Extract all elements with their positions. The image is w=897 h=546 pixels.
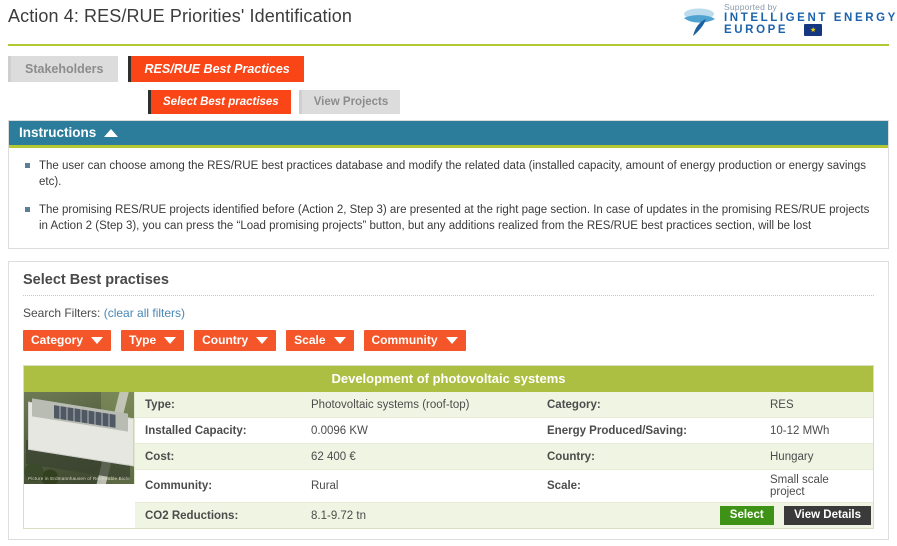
row-label-scale: Scale: xyxy=(537,469,760,503)
row-label-type: Type: xyxy=(135,392,301,418)
row-label-cost: Cost: xyxy=(135,443,301,470)
instructions-header[interactable]: Instructions xyxy=(9,121,888,148)
intelligent-energy-europe-logo: Supported by INTELLIGENT ENERGY EUROPE ★ xyxy=(682,2,895,38)
row-value-country: Hungary xyxy=(760,443,873,470)
tab-view-projects[interactable]: View Projects xyxy=(298,90,401,114)
instruction-text: The promising RES/RUE projects identifie… xyxy=(39,204,870,232)
instructions-panel: Instructions The user can choose among t… xyxy=(8,120,889,249)
tab-stakeholders[interactable]: Stakeholders xyxy=(8,56,118,82)
filter-type-dropdown[interactable]: Type xyxy=(121,330,185,351)
table-row: CO2 Reductions: 8.1-9.72 tn Select View … xyxy=(135,502,873,528)
chevron-down-icon xyxy=(91,336,104,344)
chevron-down-icon xyxy=(164,336,177,344)
bullet-icon xyxy=(25,163,30,168)
filter-scale-label: Scale xyxy=(294,333,326,347)
caret-up-icon[interactable] xyxy=(104,128,119,137)
clear-all-filters-link[interactable]: (clear all filters) xyxy=(104,306,185,320)
row-value-category: RES xyxy=(760,392,873,418)
row-value-cost: 62 400 € xyxy=(301,443,537,470)
chevron-down-icon xyxy=(333,336,346,344)
instruction-text: The user can choose among the RES/RUE be… xyxy=(39,160,866,188)
card-title: Development of photovoltaic systems xyxy=(24,366,873,392)
instruction-item: The user can choose among the RES/RUE be… xyxy=(23,158,874,190)
instructions-body: The user can choose among the RES/RUE be… xyxy=(9,148,888,248)
logo-supported-by: Supported by xyxy=(724,2,777,12)
search-filters-row: Search Filters: (clear all filters) xyxy=(23,306,874,320)
logo-line-2: EUROPE xyxy=(724,24,789,36)
bullet-icon xyxy=(25,207,30,212)
filter-community-dropdown[interactable]: Community xyxy=(363,330,466,351)
row-value-type: Photovoltaic systems (roof-top) xyxy=(301,392,537,418)
tab-stakeholders-label: Stakeholders xyxy=(25,62,104,76)
chevron-down-icon xyxy=(256,336,269,344)
filter-buttons-row: Category Type Country Scale Community xyxy=(23,330,874,351)
row-value-community: Rural xyxy=(301,469,537,503)
row-label-co2-reductions: CO2 Reductions: xyxy=(135,502,301,528)
table-row: Installed Capacity: 0.0096 KW Energy Pro… xyxy=(135,417,873,444)
row-value-scale: Small scale project xyxy=(760,469,873,503)
search-filters-label: Search Filters: xyxy=(23,306,101,320)
table-row: Cost: 62 400 € Country: Hungary xyxy=(135,443,873,470)
row-value-energy-produced: 10-12 MWh xyxy=(760,417,873,444)
tab-select-best-practises-label: Select Best practises xyxy=(163,96,279,108)
tab-select-best-practises[interactable]: Select Best practises xyxy=(148,90,291,114)
instruction-item: The promising RES/RUE projects identifie… xyxy=(23,202,874,234)
filter-scale-dropdown[interactable]: Scale xyxy=(286,330,354,351)
card-body: Picture in Erdmannhausen of Renewable Bi… xyxy=(24,392,873,528)
best-practice-details-table: Type: Photovoltaic systems (roof-top) Ca… xyxy=(135,392,873,528)
chevron-down-icon xyxy=(445,336,458,344)
row-label-country: Country: xyxy=(537,443,760,470)
row-label-energy-produced: Energy Produced/Saving: xyxy=(537,417,760,444)
best-practice-card: Development of photovoltaic systems Pict… xyxy=(23,365,874,529)
filter-category-dropdown[interactable]: Category xyxy=(23,330,112,351)
view-details-button[interactable]: View Details xyxy=(784,506,871,525)
select-button[interactable]: Select xyxy=(719,506,774,525)
filter-type-label: Type xyxy=(129,333,157,347)
row-label-category: Category: xyxy=(537,392,760,418)
row-value-co2-reductions: 8.1-9.72 tn xyxy=(301,502,537,528)
select-best-practises-panel: Select Best practises Search Filters: (c… xyxy=(8,261,889,540)
tab-res-rue-best-practices-label: RES/RUE Best Practices xyxy=(144,62,290,76)
table-row: Type: Photovoltaic systems (roof-top) Ca… xyxy=(135,392,873,418)
section-title: Select Best practises xyxy=(23,272,874,296)
eu-flag-star: ★ xyxy=(810,26,817,34)
filter-community-label: Community xyxy=(371,333,438,347)
eu-flag-icon: ★ xyxy=(804,24,822,36)
filter-country-label: Country xyxy=(202,333,249,347)
row-value-installed-capacity: 0.0096 KW xyxy=(301,417,537,444)
card-thumbnail[interactable]: Picture in Erdmannhausen of Renewable Bi… xyxy=(24,392,135,484)
card-actions: Select View Details xyxy=(537,502,873,528)
row-label-installed-capacity: Installed Capacity: xyxy=(135,417,301,444)
table-row: Community: Rural Scale: Small scale proj… xyxy=(135,469,873,503)
instructions-title: Instructions xyxy=(19,125,97,140)
filter-category-label: Category xyxy=(31,333,84,347)
page-title: Action 4: RES/RUE Priorities' Identifica… xyxy=(8,6,352,26)
thumbnail-caption: Picture in Erdmannhausen of Renewable Bi… xyxy=(28,476,130,481)
secondary-tab-row: Select Best practises View Projects xyxy=(8,90,889,114)
filter-country-dropdown[interactable]: Country xyxy=(194,330,277,351)
tabs-area: Stakeholders RES/RUE Best Practices Sele… xyxy=(0,46,897,120)
tab-view-projects-label: View Projects xyxy=(313,96,389,108)
row-label-community: Community: xyxy=(135,469,301,503)
tab-res-rue-best-practices[interactable]: RES/RUE Best Practices xyxy=(127,56,304,82)
iee-leaf-icon xyxy=(684,8,715,36)
primary-tab-row: Stakeholders RES/RUE Best Practices xyxy=(8,56,889,82)
logo-line-1: INTELLIGENT ENERGY xyxy=(724,12,897,24)
page-header: Action 4: RES/RUE Priorities' Identifica… xyxy=(0,0,897,44)
